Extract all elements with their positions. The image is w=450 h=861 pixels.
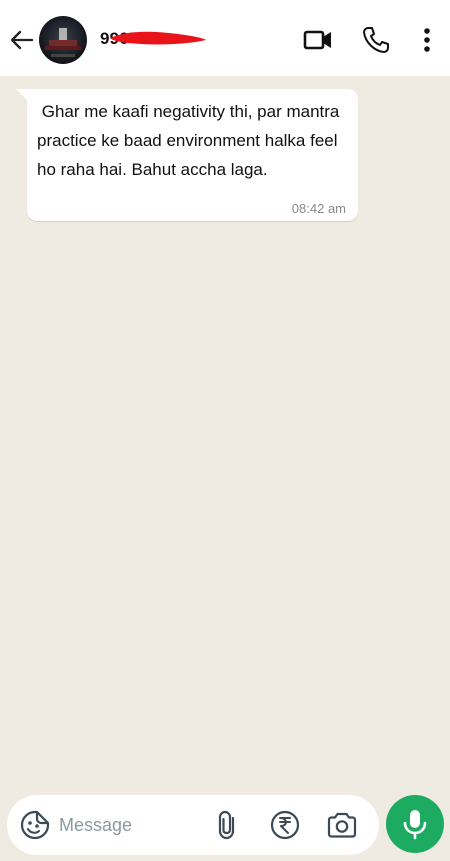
more-vertical-icon [424, 28, 430, 52]
video-call-button[interactable] [302, 24, 334, 56]
message-composer [7, 795, 379, 855]
sticker-smiley-icon [20, 810, 50, 840]
contact-photo [39, 16, 87, 64]
camera-button[interactable] [325, 809, 359, 841]
more-options-button[interactable] [415, 24, 439, 56]
message-input[interactable] [59, 809, 209, 841]
message-bubble[interactable]: Ghar me kaafi negativity thi, par mantra… [27, 89, 358, 221]
microphone-icon [403, 810, 427, 840]
chat-header: 990 [0, 0, 450, 76]
rupee-icon [270, 810, 300, 840]
phone-icon [363, 27, 389, 53]
arrow-left-icon [10, 30, 34, 50]
chat-screen: 990 Ghar me kaafi negativity [0, 0, 450, 861]
avatar[interactable] [39, 16, 87, 64]
voice-record-button[interactable] [386, 795, 444, 853]
redaction-scribble [110, 31, 206, 45]
back-button[interactable] [8, 26, 36, 54]
message-timestamp: 08:42 am [291, 201, 346, 216]
video-camera-icon [303, 30, 331, 50]
voice-call-button[interactable] [360, 24, 392, 56]
message-text: Ghar me kaafi negativity thi, par mantra… [37, 102, 345, 179]
camera-icon [327, 812, 357, 838]
paperclip-icon [218, 810, 235, 840]
payment-button[interactable] [269, 809, 301, 841]
attach-button[interactable] [214, 809, 244, 841]
sticker-button[interactable] [19, 809, 51, 841]
